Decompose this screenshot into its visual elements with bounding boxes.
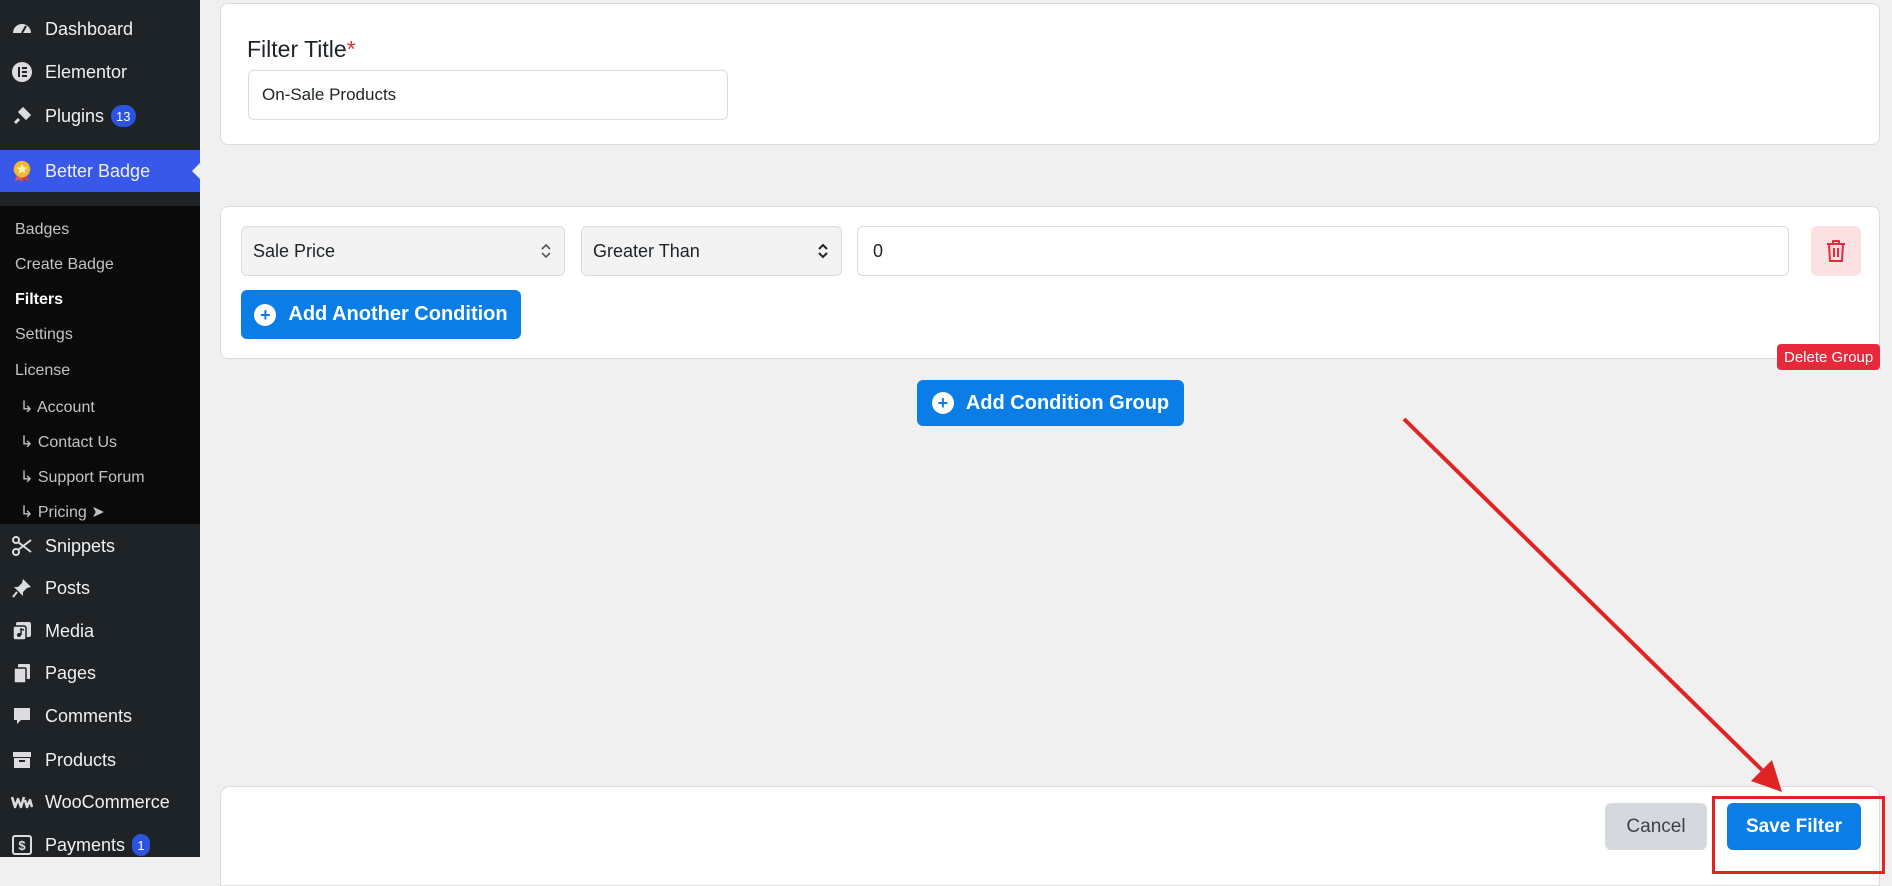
menu-item-payments[interactable]: $ Payments 1: [0, 825, 200, 865]
menu-item-media[interactable]: Media: [0, 611, 200, 651]
cancel-button[interactable]: Cancel: [1605, 803, 1707, 850]
required-asterisk: *: [346, 36, 356, 62]
menu-item-posts[interactable]: Posts: [0, 568, 200, 608]
menu-label: WooCommerce: [45, 791, 170, 812]
menu-item-dashboard[interactable]: Dashboard: [0, 9, 200, 49]
pages-icon: [10, 661, 34, 685]
admin-sidebar: Dashboard Elementor Plugins 13 Better Ba…: [0, 0, 200, 857]
add-group-label: Add Condition Group: [965, 391, 1170, 414]
condition-group-panel: Sale Price Greater Than + Add Another Co…: [220, 206, 1880, 359]
condition-value-input[interactable]: [857, 226, 1789, 276]
condition-field-select[interactable]: Sale Price: [241, 226, 565, 276]
chevron-updown-icon: [818, 243, 828, 259]
menu-label: Better Badge: [45, 160, 151, 181]
submenu-create-badge[interactable]: Create Badge: [15, 256, 114, 274]
condition-operator-select[interactable]: Greater Than: [581, 226, 842, 276]
submenu-filters[interactable]: Filters: [15, 291, 63, 309]
comment-icon: [10, 704, 34, 728]
delete-group-button[interactable]: Delete Group: [1777, 344, 1881, 370]
condition-operator-value: Greater Than: [593, 240, 700, 261]
plus-circle-icon: +: [931, 392, 954, 414]
submenu-license[interactable]: License: [15, 362, 70, 380]
submenu-support-forum[interactable]: ↳ Support Forum: [20, 467, 145, 487]
add-another-condition-button[interactable]: + Add Another Condition: [241, 290, 521, 339]
delete-condition-button[interactable]: [1811, 226, 1861, 276]
menu-item-products[interactable]: Products: [0, 740, 200, 780]
submenu-contact-us[interactable]: ↳ Contact Us: [20, 432, 117, 452]
add-condition-label: Add Another Condition: [288, 303, 508, 325]
condition-field-value: Sale Price: [253, 240, 336, 261]
menu-item-better-badge[interactable]: Better Badge: [0, 150, 200, 192]
menu-label: Pages: [45, 662, 97, 683]
plugins-update-count: 13: [111, 105, 136, 127]
submenu-pricing[interactable]: ↳ Pricing ➤: [20, 502, 105, 522]
scissors-icon: [10, 534, 34, 558]
submenu-account[interactable]: ↳ Account: [20, 397, 95, 417]
filter-title-panel: Filter Title*: [220, 3, 1880, 145]
dollar-icon: $: [10, 833, 34, 857]
menu-label: Media: [45, 620, 95, 641]
plugin-icon: [10, 104, 34, 128]
pin-icon: [10, 576, 34, 600]
menu-label: Snippets: [45, 535, 116, 556]
filter-title-label: Filter Title*: [247, 36, 356, 62]
elementor-icon: [10, 60, 34, 84]
trash-icon: [1827, 240, 1845, 262]
menu-label: Elementor: [45, 61, 128, 82]
menu-item-pages[interactable]: Pages: [0, 653, 200, 693]
dashboard-icon: [10, 17, 34, 41]
menu-item-woocommerce[interactable]: WooCommerce: [0, 782, 200, 822]
add-condition-group-button[interactable]: + Add Condition Group: [917, 380, 1184, 426]
menu-item-comments[interactable]: Comments: [0, 696, 200, 736]
menu-label: Plugins: [45, 105, 105, 126]
media-icon: [10, 619, 34, 643]
annotation-highlight-box: [1712, 796, 1885, 874]
menu-item-plugins[interactable]: Plugins 13: [0, 96, 200, 136]
menu-label: Products: [45, 749, 117, 770]
woocommerce-icon: [10, 790, 34, 814]
menu-label: Comments: [45, 705, 133, 726]
menu-label: Payments: [45, 834, 126, 855]
payments-count: 1: [132, 834, 151, 856]
chevron-updown-icon: [541, 243, 551, 259]
footer-action-bar: Cancel Save Filter: [220, 786, 1880, 886]
submenu-badges[interactable]: Badges: [15, 221, 69, 239]
menu-label: Posts: [45, 577, 91, 598]
archive-icon: [10, 748, 34, 772]
svg-text:$: $: [18, 838, 26, 853]
better-badge-submenu: Badges Create Badge Filters Settings Lic…: [0, 206, 200, 524]
menu-item-snippets[interactable]: Snippets: [0, 526, 200, 566]
plus-circle-icon: +: [254, 303, 277, 326]
submenu-settings[interactable]: Settings: [15, 326, 73, 344]
menu-item-elementor[interactable]: Elementor: [0, 52, 200, 92]
badge-medal-icon: [10, 159, 34, 183]
filter-title-input[interactable]: [248, 70, 728, 120]
menu-label: Dashboard: [45, 18, 134, 39]
